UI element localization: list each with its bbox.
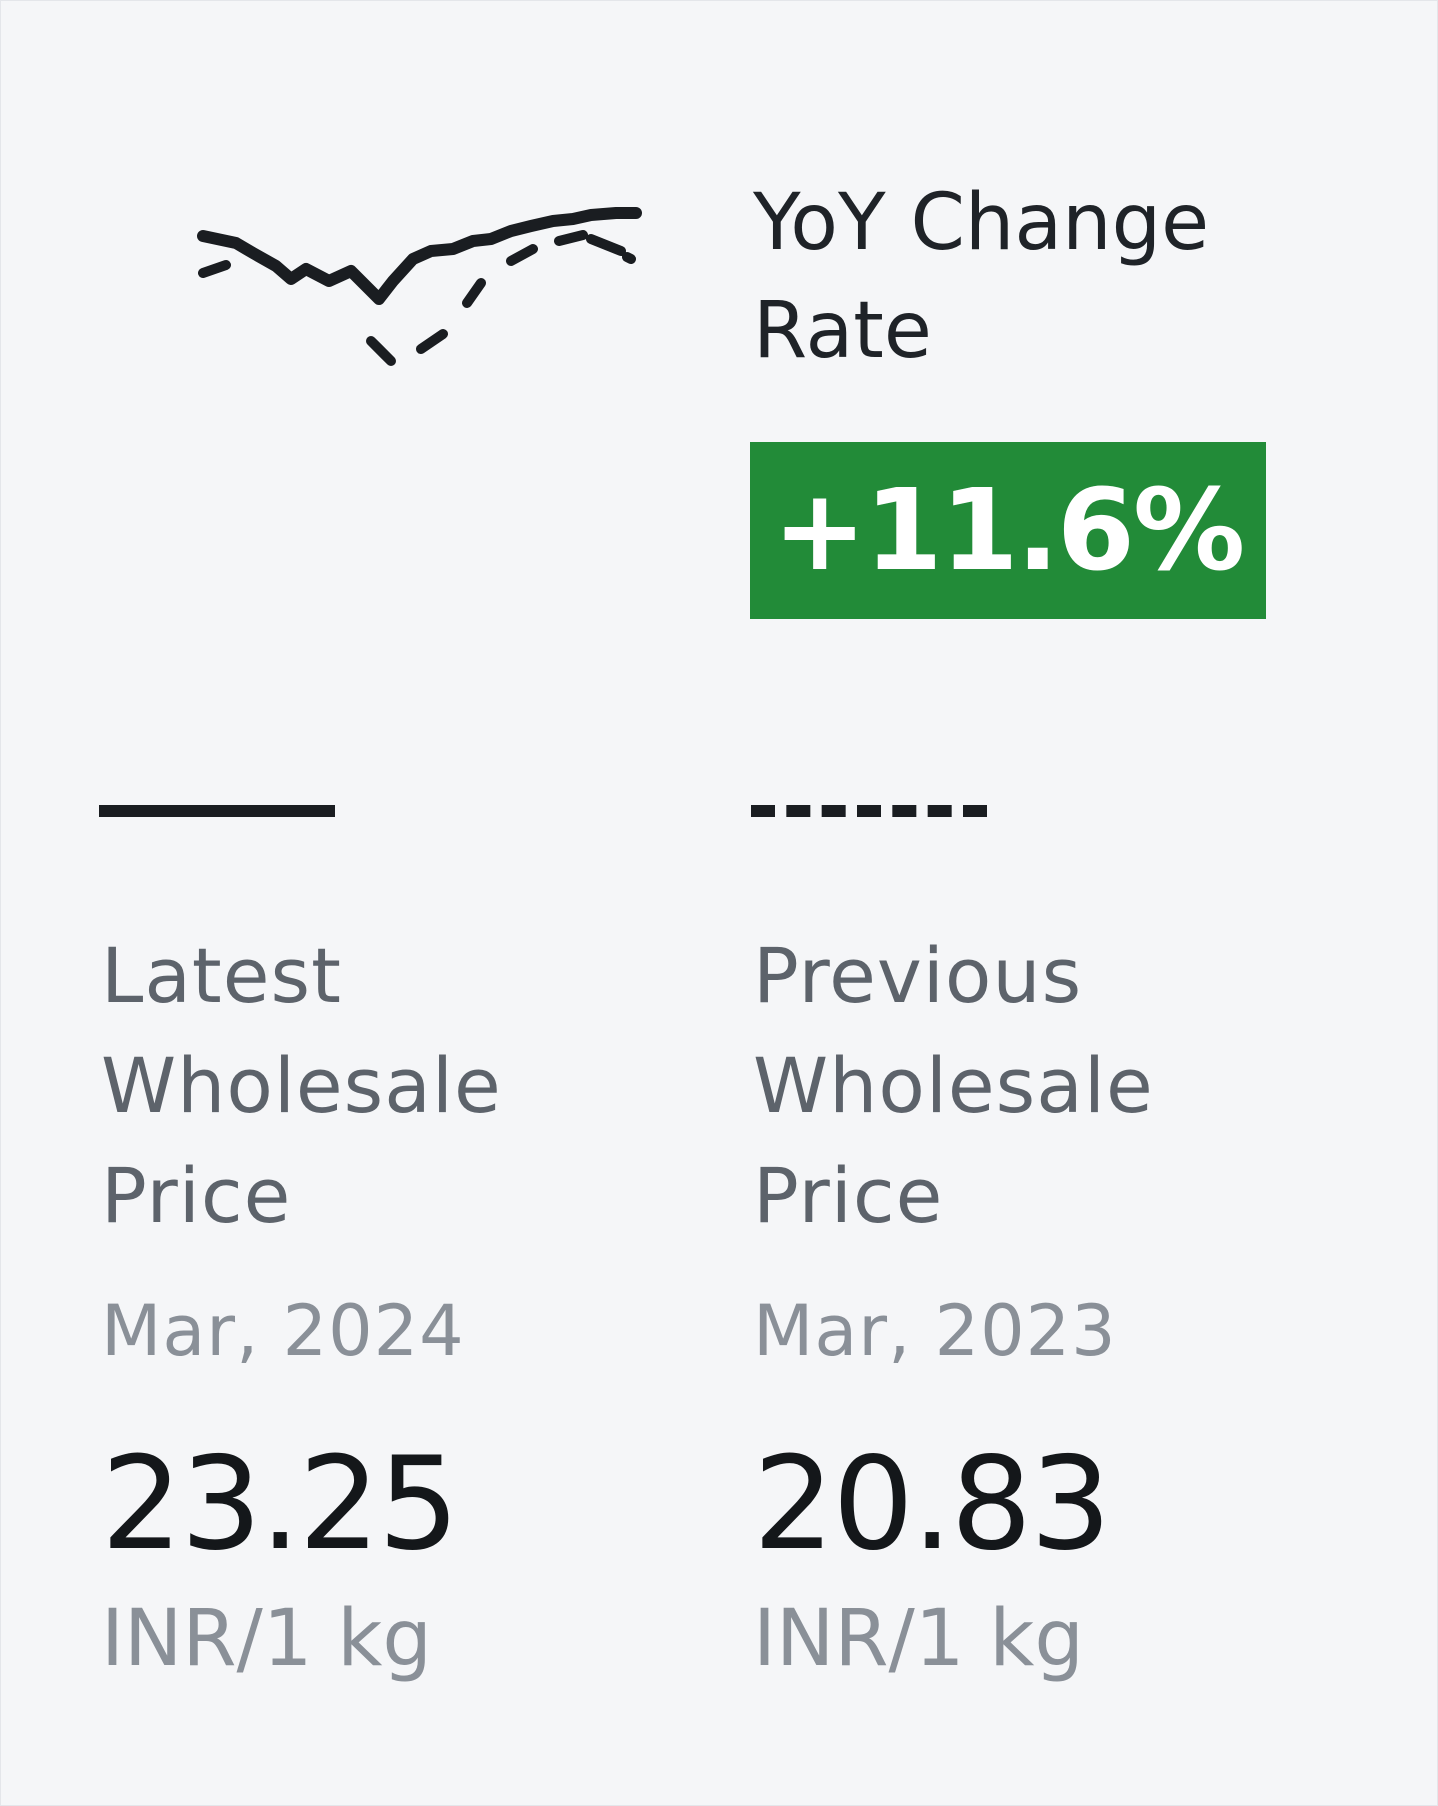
previous-price-column: Previous Wholesale Price Mar, 2023 20.83… (753, 921, 1353, 1689)
previous-price-title: Previous Wholesale Price (753, 931, 1154, 1240)
yoy-change-label: YoY Change Rate (753, 178, 1210, 376)
latest-price-date: Mar, 2024 (101, 1290, 465, 1372)
previous-legend-line (751, 805, 987, 817)
latest-price-title: Latest Wholesale Price (101, 931, 502, 1240)
latest-price-value: 23.25 (101, 1430, 459, 1579)
previous-price-unit: INR/1 kg (753, 1594, 1084, 1684)
yoy-change-badge: +11.6% (750, 442, 1266, 619)
price-trend-sparkline (197, 207, 642, 366)
previous-price-value: 20.83 (753, 1430, 1111, 1579)
latest-price-trend-line (197, 207, 642, 305)
latest-price-unit: INR/1 kg (101, 1594, 432, 1684)
price-comparison-card: YoY Change Rate +11.6% Latest Wholesale … (0, 0, 1438, 1806)
latest-legend-line (99, 805, 335, 817)
previous-price-date: Mar, 2023 (753, 1290, 1117, 1372)
latest-price-column: Latest Wholesale Price Mar, 2024 23.25 I… (101, 921, 701, 1689)
